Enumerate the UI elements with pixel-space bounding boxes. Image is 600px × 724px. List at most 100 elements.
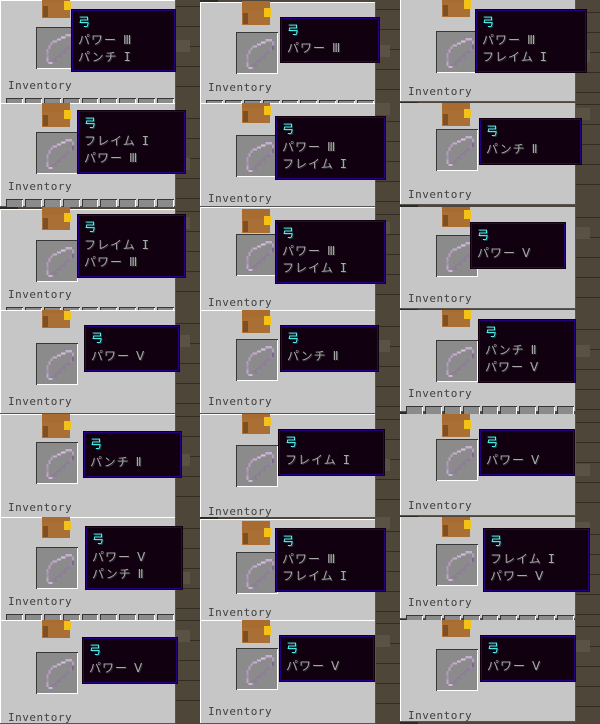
item-slot[interactable] xyxy=(236,648,278,691)
item-tooltip: 弓パワー Ⅲ パンチ I xyxy=(71,9,176,72)
chest-icon[interactable] xyxy=(242,413,272,436)
enchantment-name: パンチ xyxy=(485,343,525,358)
hotbar[interactable] xyxy=(6,199,175,207)
chest-icon[interactable] xyxy=(442,206,472,229)
hotbar-slot[interactable] xyxy=(119,199,137,207)
chest-latch xyxy=(64,1,71,10)
item-slot[interactable] xyxy=(236,233,278,276)
enchantment-name: フレイム xyxy=(482,50,534,64)
chest-latch xyxy=(64,311,71,321)
hotbar-slot[interactable] xyxy=(406,406,423,414)
chest-icon[interactable] xyxy=(442,516,472,539)
inventory-label: Inventory xyxy=(408,595,473,609)
chest-icon[interactable] xyxy=(242,620,272,645)
hotbar-slot[interactable] xyxy=(24,199,42,207)
hotbar-slot[interactable] xyxy=(6,199,23,207)
chest-shadow xyxy=(43,626,48,638)
chest-icon[interactable] xyxy=(42,310,72,330)
item-slot[interactable] xyxy=(36,239,78,282)
item-slot[interactable] xyxy=(236,339,278,382)
chest-icon[interactable] xyxy=(242,520,272,547)
chest-icon[interactable] xyxy=(42,413,72,440)
enchantment-level: Ⅲ xyxy=(327,243,337,258)
hotbar-slot[interactable] xyxy=(157,199,175,207)
enchantment-name: パワー xyxy=(287,41,327,55)
chest-icon[interactable] xyxy=(442,310,472,329)
item-tooltip: 弓パンチ Ⅱ xyxy=(479,118,582,166)
chest-icon[interactable] xyxy=(442,620,472,639)
item-slot[interactable] xyxy=(436,340,478,383)
hotbar-slot[interactable] xyxy=(138,199,156,207)
chest-icon[interactable] xyxy=(42,103,72,129)
chest-icon[interactable] xyxy=(242,208,272,235)
enchantment-name: パワー xyxy=(286,659,326,674)
tooltip-enchantment-line: フレイム I xyxy=(285,452,377,469)
hotbar-slot[interactable] xyxy=(538,406,556,414)
chest-icon[interactable] xyxy=(242,1,272,27)
inventory-label: Inventory xyxy=(408,188,473,202)
bow-icon xyxy=(246,142,274,173)
chest-icon[interactable] xyxy=(442,103,472,128)
inventory-label: Inventory xyxy=(8,79,73,92)
chest-icon[interactable] xyxy=(42,516,72,540)
enchantment-level: I xyxy=(339,157,348,172)
item-slot[interactable] xyxy=(436,649,478,692)
chest-icon[interactable] xyxy=(42,620,72,640)
item-slot[interactable] xyxy=(236,551,278,594)
item-slot[interactable] xyxy=(436,129,478,172)
hotbar-slot[interactable] xyxy=(81,199,99,207)
hotbar-slot[interactable] xyxy=(519,406,537,414)
hotbar[interactable] xyxy=(406,406,575,414)
chest-icon[interactable] xyxy=(242,103,272,125)
hotbar-slot[interactable] xyxy=(500,406,518,414)
chest-icon[interactable] xyxy=(42,206,72,232)
enchantment-level: I xyxy=(547,551,556,566)
chest-icon[interactable] xyxy=(42,0,72,20)
hotbar-slot[interactable] xyxy=(43,199,61,207)
item-slot[interactable] xyxy=(436,543,478,586)
item-slot[interactable] xyxy=(36,441,78,484)
item-slot[interactable] xyxy=(236,32,278,74)
item-slot[interactable] xyxy=(436,31,478,73)
hotbar-slot[interactable] xyxy=(443,406,461,414)
hotbar-slot[interactable] xyxy=(481,406,499,414)
hotbar-slot[interactable] xyxy=(424,406,442,414)
tooltip-enchantment-line: パワー Ⅲ xyxy=(78,32,168,49)
enchantment-level: Ⅱ xyxy=(530,343,538,358)
chest-latch xyxy=(264,106,271,116)
chest-icon[interactable] xyxy=(442,0,472,19)
enchantment-name: パンチ xyxy=(78,50,118,64)
chest-latch xyxy=(264,215,271,225)
enchantment-name: パワー xyxy=(486,452,526,467)
bow-icon xyxy=(246,346,274,377)
enchantment-level: I xyxy=(339,568,348,583)
item-slot[interactable] xyxy=(436,438,478,481)
item-slot-inner xyxy=(38,134,76,173)
tooltip-item-name: 弓 xyxy=(84,219,97,234)
chest-icon[interactable] xyxy=(442,413,472,439)
chest-latch xyxy=(464,0,471,9)
enchantment-name: パワー xyxy=(282,243,322,258)
item-slot[interactable] xyxy=(36,132,78,175)
enchantment-name: パワー xyxy=(78,33,118,47)
item-tooltip: 弓パワー Ⅴ xyxy=(82,637,178,685)
inventory-screen-cell: Inventory 弓パンチ Ⅱ xyxy=(0,413,200,517)
item-slot[interactable] xyxy=(236,444,278,487)
hotbar-slot[interactable] xyxy=(557,406,575,414)
hotbar-slot[interactable] xyxy=(462,406,480,414)
item-slot[interactable] xyxy=(236,135,278,178)
chest-icon[interactable] xyxy=(242,310,272,335)
inventory-label: Inventory xyxy=(208,605,273,619)
tooltip-item-name: 弓 xyxy=(490,533,503,548)
hotbar-slot[interactable] xyxy=(100,199,118,207)
item-slot[interactable] xyxy=(36,343,78,386)
tooltip-enchantment-line: パワー Ⅲ xyxy=(282,551,378,568)
item-slot[interactable] xyxy=(36,652,78,695)
enchantment-name: パワー xyxy=(477,245,517,260)
hotbar-slot[interactable] xyxy=(62,199,80,207)
tooltip-enchantment-line: フレイム I xyxy=(282,156,378,173)
inventory-label: Inventory xyxy=(8,711,73,724)
inventory-label: Inventory xyxy=(8,500,73,514)
screenshot-grid: Inventory 弓パワー Ⅲ パンチ I Inventory 弓パワー Ⅲ Inventor… xyxy=(0,0,600,724)
item-slot[interactable] xyxy=(36,546,78,589)
